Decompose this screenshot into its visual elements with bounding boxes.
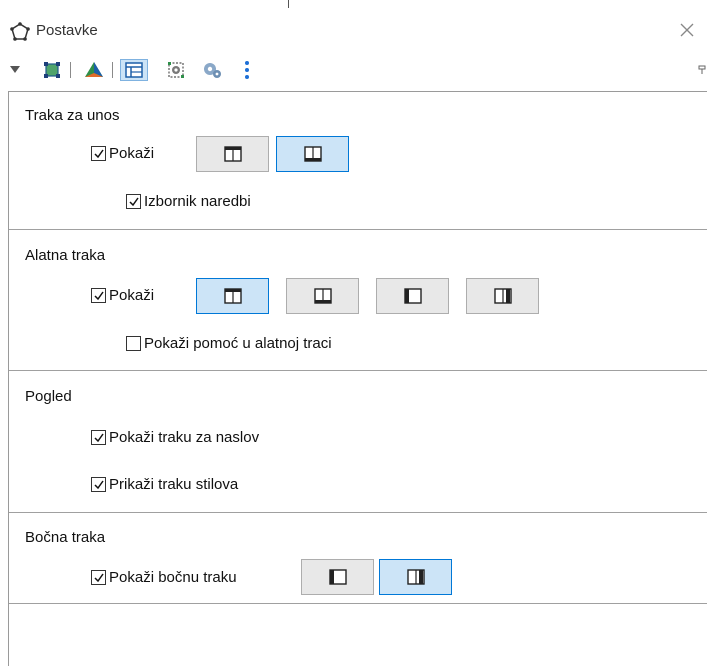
command-menu-checkbox[interactable]: Izbornik naredbi <box>126 193 251 210</box>
layout-left-icon <box>328 569 347 585</box>
toolbar-position-right-button[interactable] <box>466 278 539 314</box>
toolbar-show-checkbox[interactable]: Pokaži <box>91 287 154 304</box>
polygon-icon <box>10 22 30 42</box>
checkbox-label: Pokaži pomoć u alatnoj traci <box>144 335 332 352</box>
check-icon <box>94 291 104 301</box>
layout-right-icon <box>406 569 425 585</box>
layout-top-icon <box>223 146 242 162</box>
toolbar-position-left-button[interactable] <box>376 278 449 314</box>
section-divider <box>9 229 707 230</box>
toolbar-help-checkbox[interactable]: Pokaži pomoć u alatnoj traci <box>126 335 332 352</box>
checkbox-box <box>91 288 106 303</box>
close-button[interactable] <box>675 18 699 42</box>
toolbar-defaults-button[interactable] <box>164 59 188 81</box>
check-icon <box>94 480 104 490</box>
checkbox-label: Pokaži bočnu traku <box>109 569 237 586</box>
input-bar-position-bottom-button[interactable] <box>276 136 349 172</box>
show-style-bar-checkbox[interactable]: Prikaži traku stilova <box>91 476 238 493</box>
checkbox-label: Izbornik naredbi <box>144 193 251 210</box>
checkbox-label: Prikaži traku stilova <box>109 476 239 493</box>
section-title-sidebar: Bočna traka <box>25 529 106 546</box>
sidebar-show-checkbox[interactable]: Pokaži bočnu traku <box>91 569 237 586</box>
checkbox-label: Pokaži <box>109 145 155 162</box>
sidebar-position-right-button[interactable] <box>379 559 452 595</box>
checkbox-box <box>126 194 141 209</box>
layout-left-icon <box>403 288 422 304</box>
more-options-icon <box>245 61 249 79</box>
undock-icon <box>698 65 706 74</box>
toolbar-layout-button[interactable] <box>120 59 148 81</box>
toolbar-undock-handle[interactable] <box>697 59 707 81</box>
section-divider <box>9 603 707 604</box>
window-titlebar: Postavke <box>0 0 707 55</box>
checkbox-label: Pokaži traku za naslov <box>109 429 260 446</box>
layout-icon <box>125 62 143 78</box>
section-divider <box>9 512 707 513</box>
sidebar-position-left-button[interactable] <box>301 559 374 595</box>
section-divider <box>9 370 707 371</box>
layout-settings-panel: Traka za unos Pokaži Izbornik naredbi Al… <box>8 91 707 666</box>
polygon-tool-icon <box>44 62 60 78</box>
check-icon <box>94 433 104 443</box>
defaults-icon <box>168 62 184 78</box>
checkbox-box <box>91 146 106 161</box>
settings-toolbar <box>0 55 707 85</box>
layout-top-icon <box>223 288 242 304</box>
close-icon <box>680 23 694 37</box>
show-title-bar-checkbox[interactable]: Pokaži traku za naslov <box>91 429 259 446</box>
checkbox-box <box>126 336 141 351</box>
check-icon <box>129 197 139 207</box>
toolbar-3d-button[interactable] <box>82 59 106 81</box>
advanced-settings-icon <box>204 63 221 78</box>
toolbar-separator <box>70 62 71 78</box>
titlebar-divider <box>288 0 289 8</box>
section-title-input-bar: Traka za unos <box>25 107 120 124</box>
checkbox-box <box>91 477 106 492</box>
check-icon <box>94 149 104 159</box>
toolbar-dropdown[interactable] <box>8 59 22 81</box>
section-title-toolbar: Alatna traka <box>25 247 106 264</box>
toolbar-advanced-button[interactable] <box>200 59 224 81</box>
graphics-3d-icon <box>85 62 103 77</box>
check-icon <box>94 573 104 583</box>
checkbox-box <box>91 430 106 445</box>
checkbox-label: Pokaži <box>109 287 155 304</box>
toolbar-position-top-button[interactable] <box>196 278 269 314</box>
layout-bottom-icon <box>303 146 322 162</box>
toolbar-separator <box>112 62 113 78</box>
toolbar-polygon-button[interactable] <box>40 59 64 81</box>
input-bar-position-top-button[interactable] <box>196 136 269 172</box>
toolbar-position-bottom-button[interactable] <box>286 278 359 314</box>
toolbar-more-button[interactable] <box>240 59 254 81</box>
layout-bottom-icon <box>313 288 332 304</box>
window-title: Postavke <box>36 22 98 39</box>
checkbox-box <box>91 570 106 585</box>
input-bar-show-checkbox[interactable]: Pokaži <box>91 145 154 162</box>
dropdown-triangle-icon <box>10 66 20 73</box>
layout-right-icon <box>493 288 512 304</box>
section-title-view: Pogled <box>25 388 72 405</box>
